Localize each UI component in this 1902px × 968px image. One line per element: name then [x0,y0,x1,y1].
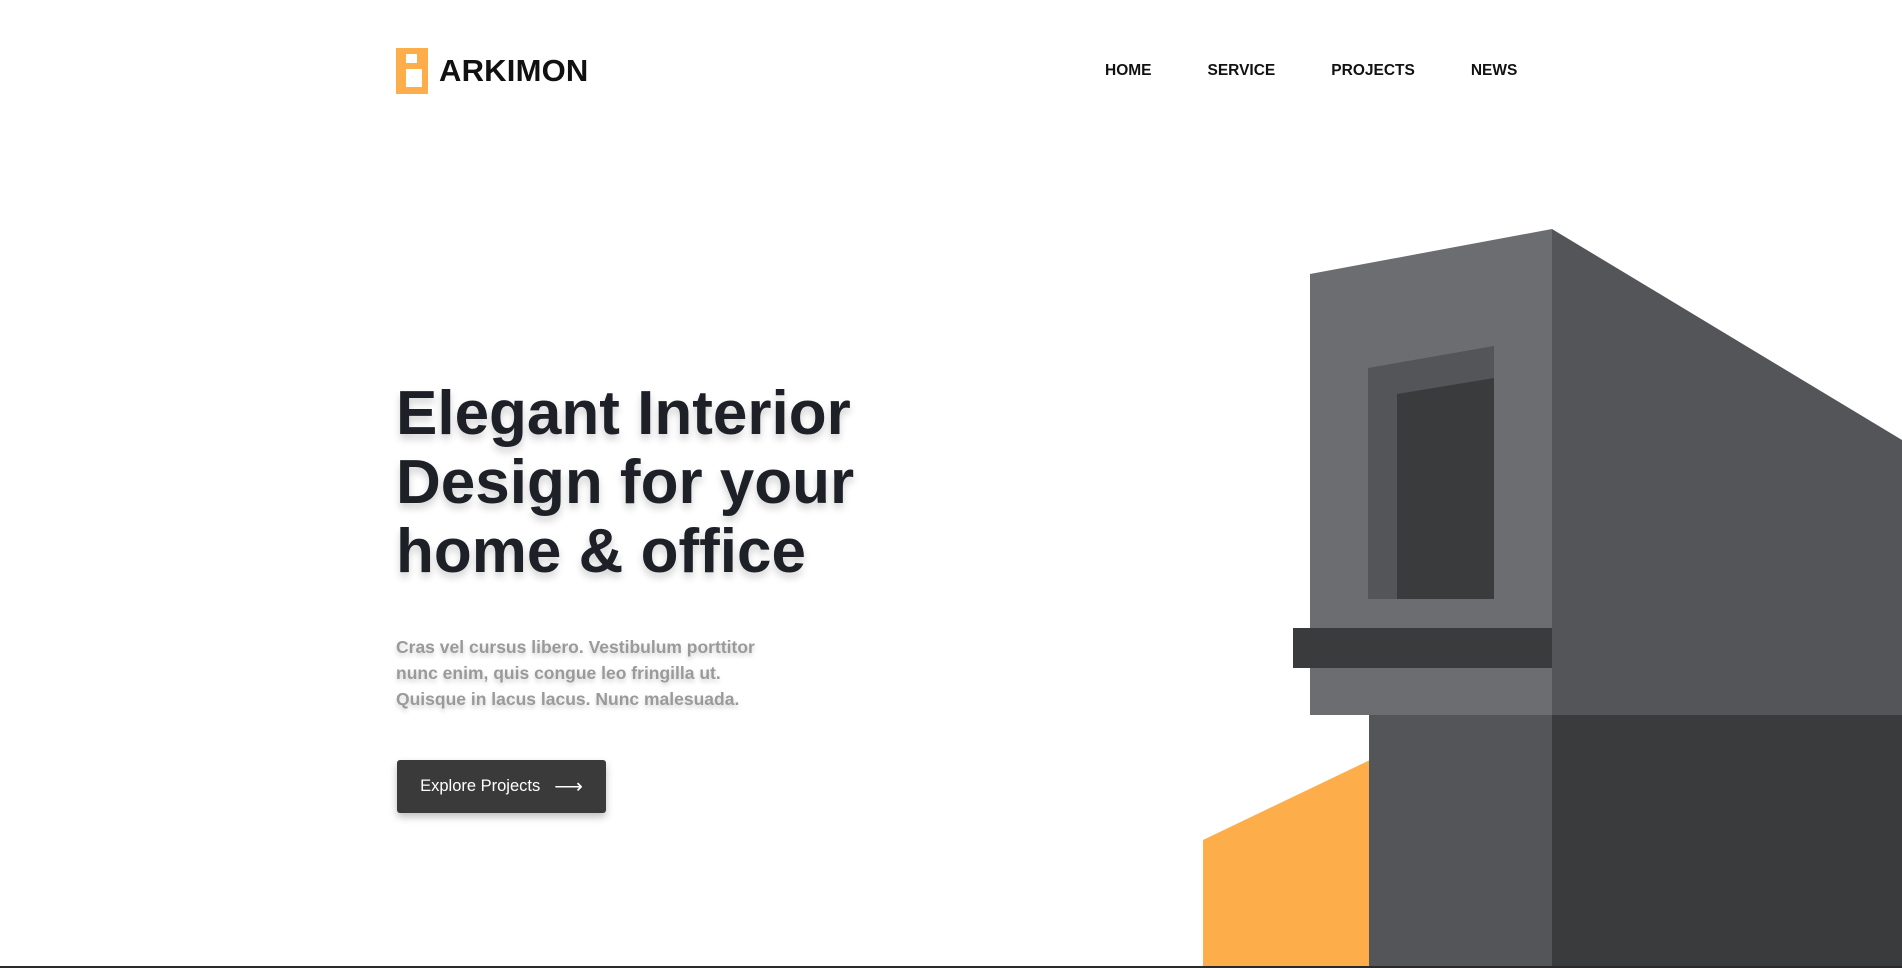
main-nav: HOME SERVICE PROJECTS NEWS [1105,62,1517,80]
nav-item-news[interactable]: NEWS [1471,62,1518,80]
nav-item-service[interactable]: SERVICE [1208,62,1276,80]
arrow-right-icon: ⟶ [554,775,583,798]
hero-title-line: home & office [396,517,806,586]
hero-title: Elegant Interior Design for your home & … [396,379,1016,586]
landing-page: ARKIMON HOME SERVICE PROJECTS NEWS Elega… [0,0,1902,968]
brand-name: ARKIMON [439,53,589,88]
explore-projects-button[interactable]: Explore Projects ⟶ [397,760,606,813]
building-block-logo-icon [396,48,428,94]
tower-lower-right [1552,715,1902,968]
tower-front-face [1310,229,1552,715]
nav-item-home[interactable]: HOME [1105,62,1152,80]
tower-right-side [1552,229,1902,968]
orange-ground-shape [1203,760,1370,968]
hero-title-line: Elegant Interior [396,379,851,448]
tower-lower-front [1369,715,1552,968]
hero-description-line: Cras vel cursus libero. Vestibulum portt… [396,637,755,657]
hero-description-line: nunc enim, quis congue leo fringilla ut. [396,663,721,683]
hero-description-line: Quisque in lacus lacus. Nunc malesuada. [396,689,740,709]
nav-item-projects[interactable]: PROJECTS [1331,62,1415,80]
brand-logo[interactable]: ARKIMON [396,48,589,94]
window-glass [1397,378,1494,599]
hero-title-line: Design for your [396,448,855,517]
explore-projects-label: Explore Projects [420,777,541,795]
hero-description: Cras vel cursus libero. Vestibulum portt… [396,634,816,712]
window-frame [1368,346,1494,599]
ledge [1293,628,1552,668]
